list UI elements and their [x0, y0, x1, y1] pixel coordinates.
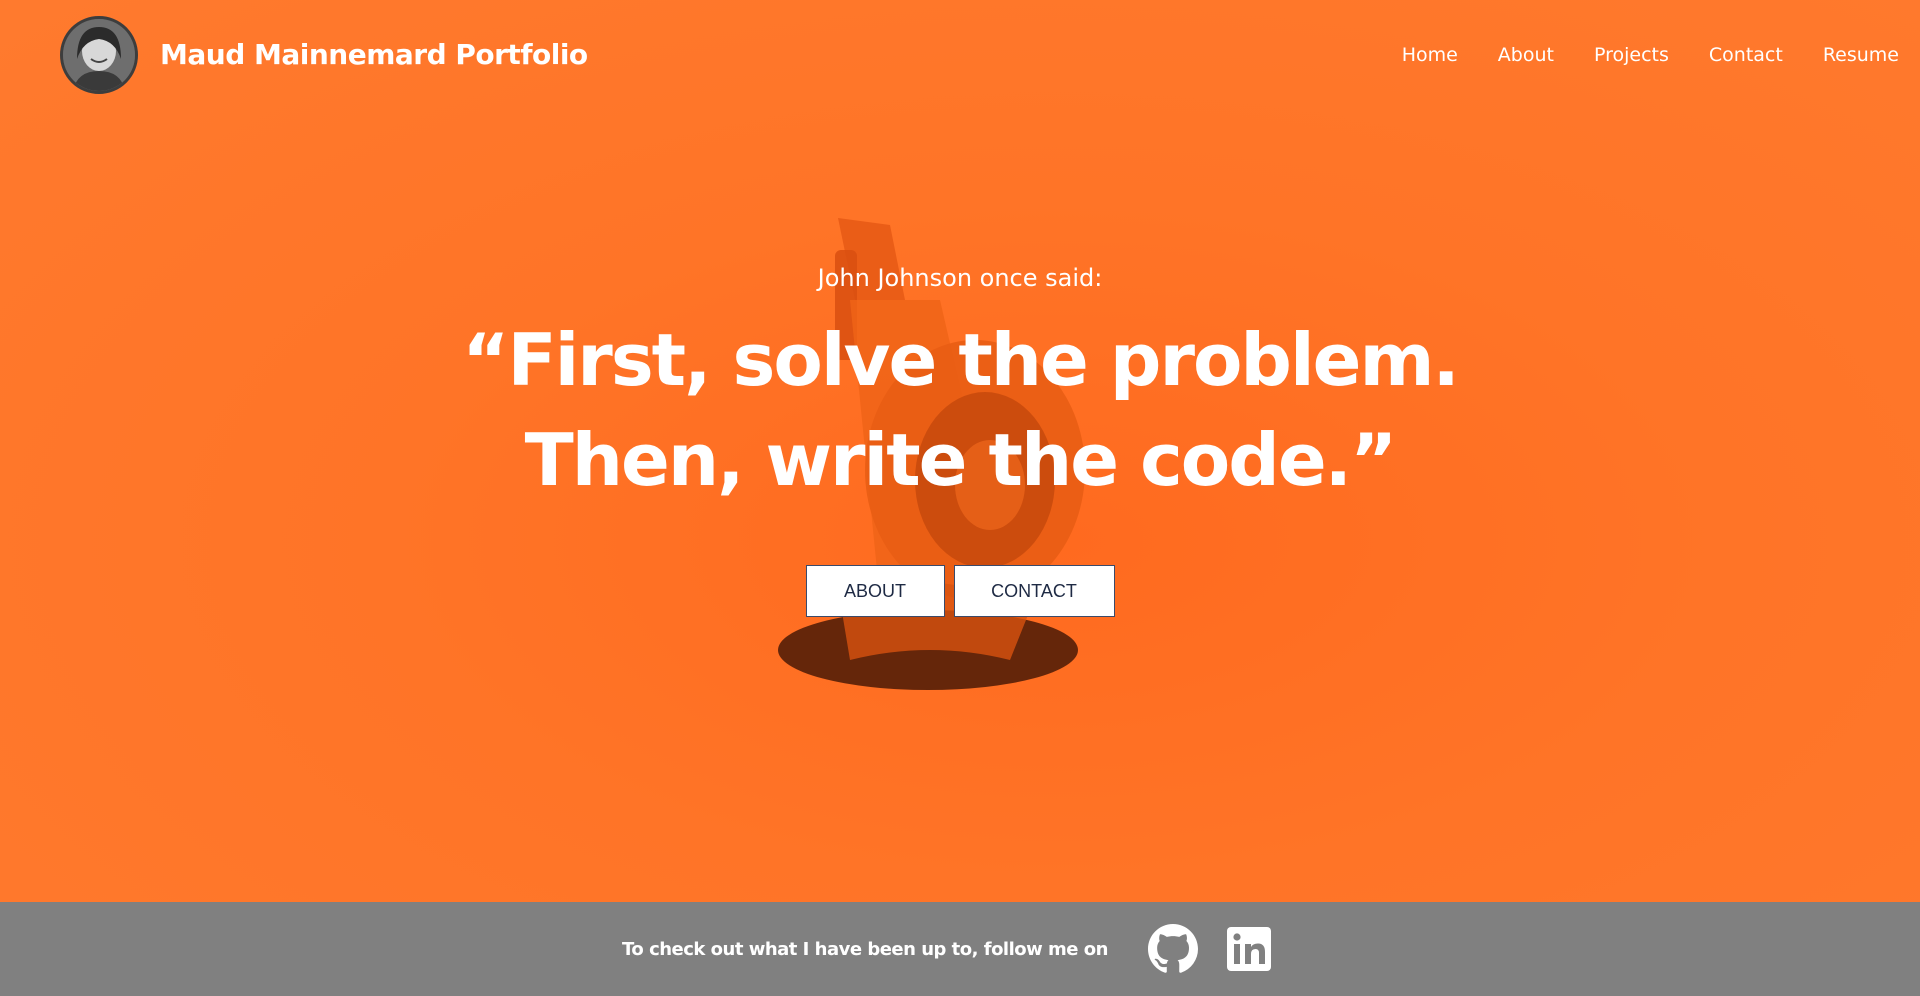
- profile-photo: [63, 19, 135, 91]
- quote-attribution: John Johnson once said:: [817, 264, 1103, 292]
- site-title[interactable]: Maud Mainnemard Portfolio: [160, 38, 588, 71]
- nav-home[interactable]: Home: [1402, 44, 1458, 66]
- footer: To check out what I have been up to, fol…: [0, 902, 1920, 996]
- quote-line-1: “First, solve the problem.: [462, 318, 1460, 402]
- linkedin-icon[interactable]: [1226, 926, 1272, 972]
- github-icon[interactable]: [1147, 924, 1198, 974]
- contact-button[interactable]: CONTACT: [953, 565, 1115, 617]
- quote-line-2: Then, write the code.”: [524, 418, 1398, 502]
- avatar[interactable]: [60, 16, 138, 94]
- nav-projects[interactable]: Projects: [1594, 44, 1669, 66]
- footer-text: To check out what I have been up to, fol…: [622, 938, 1108, 960]
- about-button[interactable]: ABOUT: [805, 565, 945, 617]
- nav-resume[interactable]: Resume: [1823, 44, 1899, 66]
- top-navigation: Maud Mainnemard Portfolio Home About Pro…: [0, 0, 1920, 112]
- hero-buttons: ABOUT CONTACT: [0, 565, 1920, 617]
- nav-contact[interactable]: Contact: [1709, 44, 1783, 66]
- nav-about[interactable]: About: [1498, 44, 1554, 66]
- quote-block: John Johnson once said: “First, solve th…: [0, 264, 1920, 510]
- main-nav: Home About Projects Contact Resume: [1362, 44, 1899, 66]
